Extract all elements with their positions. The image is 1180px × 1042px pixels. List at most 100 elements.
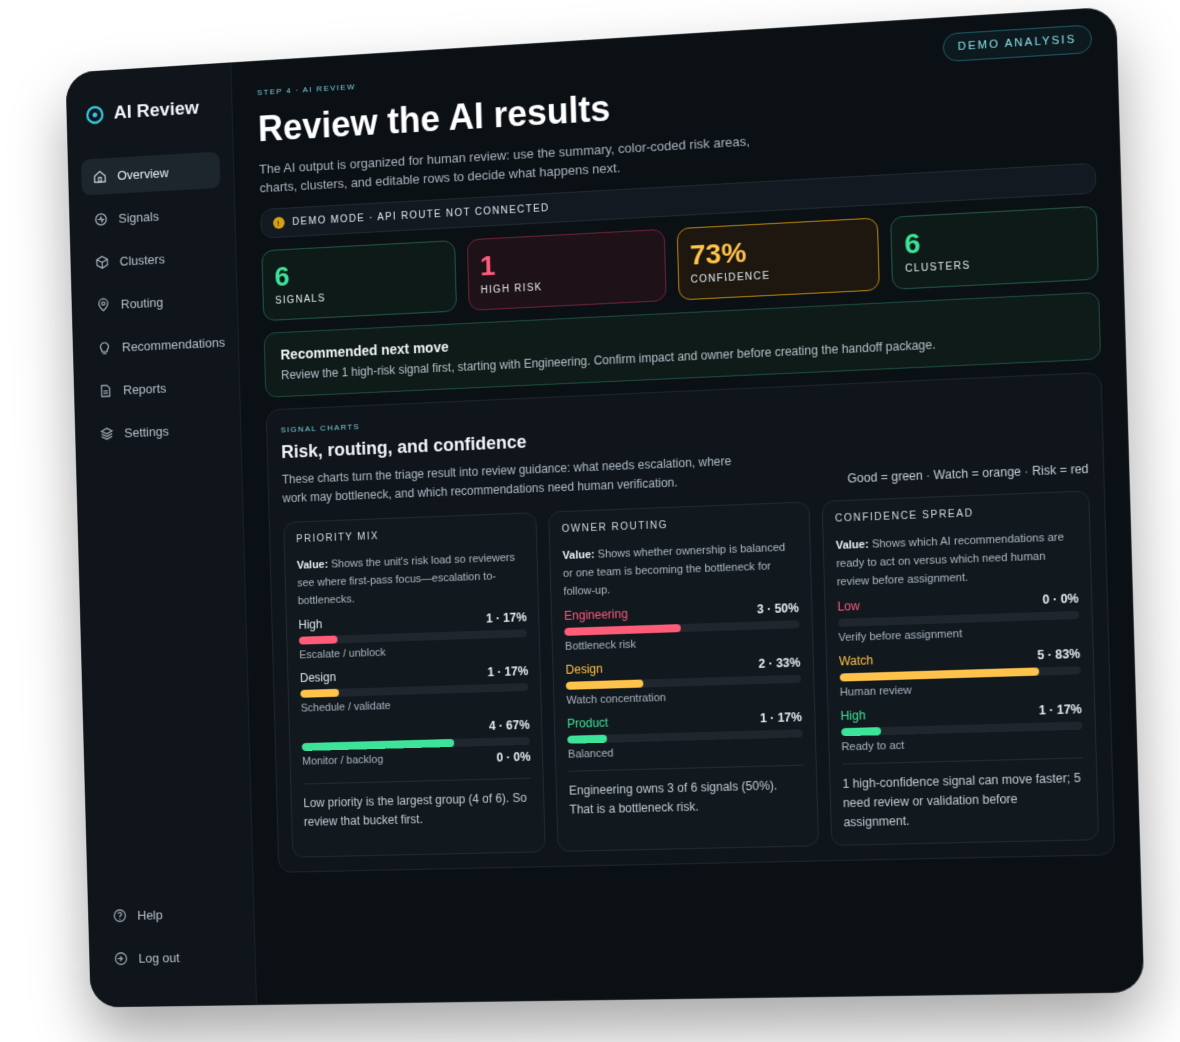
help-link[interactable]: Help xyxy=(101,895,241,934)
sidebar-item-label: Clusters xyxy=(119,251,165,269)
sidebar-item-label: Reports xyxy=(122,380,167,398)
priority-mix-panel: PRIORITY MIX Value: Shows the unit's ris… xyxy=(283,512,547,858)
value-prefix: Value: xyxy=(562,548,595,563)
demo-mode-text: DEMO MODE · API ROUTE NOT CONNECTED xyxy=(292,202,550,228)
bar-fill xyxy=(839,667,1040,682)
signal-charts-section: SIGNAL CHARTS Risk, routing, and confide… xyxy=(265,371,1116,873)
brand[interactable]: AI Review xyxy=(80,97,219,127)
bar-fill xyxy=(566,679,644,690)
bar-label: Engineering xyxy=(564,606,629,623)
sidebar-item-overview[interactable]: Overview xyxy=(80,151,221,196)
bar-row: High 1 · 17% Escalate / unblock xyxy=(298,610,528,662)
bar-metric: 2 · 33% xyxy=(758,655,801,671)
value-body: Shows whether ownership is balanced or o… xyxy=(562,541,786,598)
sidebar-item-clusters[interactable]: Clusters xyxy=(83,238,222,282)
bar-metric: 1 · 17% xyxy=(487,664,529,680)
bar-metric: 4 · 67% xyxy=(488,717,530,733)
bar-fill xyxy=(567,734,608,744)
home-icon xyxy=(93,169,108,184)
stat-card-signals[interactable]: 6 SIGNALS xyxy=(261,240,457,322)
owner-routing-panel: OWNER ROUTING Value: Shows whether owner… xyxy=(548,501,819,852)
help-label: Help xyxy=(137,907,163,923)
bar-note: Monitor / backlog xyxy=(302,753,384,768)
logo-icon xyxy=(85,105,104,126)
bar-row: 4 · 67% Monitor / backlog 0 · 0% xyxy=(301,718,531,778)
panel-value-text: Value: Shows the unit's risk load so rev… xyxy=(297,548,527,612)
lightbulb-icon xyxy=(97,340,112,355)
panel-title: PRIORITY MIX xyxy=(296,531,380,546)
panel-footer: Low priority is the largest group (4 of … xyxy=(302,777,533,832)
stat-value: 1 xyxy=(479,249,496,282)
bar-metric: 5 · 83% xyxy=(1037,646,1081,663)
sidebar-item-label: Signals xyxy=(118,208,160,226)
sidebar-item-signals[interactable]: Signals xyxy=(82,195,221,239)
logout-label: Log out xyxy=(138,950,180,966)
bar-extra-metric: 0 · 0% xyxy=(496,749,531,765)
bar-note: Verify before assignment xyxy=(838,627,963,645)
bar-metric: 3 · 50% xyxy=(756,600,800,617)
bar-metric: 1 · 17% xyxy=(1038,702,1082,718)
bar-fill xyxy=(298,635,338,645)
panel-title: CONFIDENCE SPREAD xyxy=(834,508,974,525)
bar-track xyxy=(567,729,803,744)
document-icon xyxy=(98,383,113,398)
bar-fill xyxy=(300,688,339,698)
charts-description: These charts turn the triage result into… xyxy=(281,454,732,506)
chart-panels: PRIORITY MIX Value: Shows the unit's ris… xyxy=(283,490,1100,858)
sidebar-item-reports[interactable]: Reports xyxy=(87,367,226,410)
stat-card-high-risk[interactable]: 1 HIGH RISK xyxy=(466,228,667,311)
bar-note: Ready to act xyxy=(841,739,905,754)
bar-label: Product xyxy=(567,715,609,731)
bar-note: Schedule / validate xyxy=(300,700,391,715)
help-icon xyxy=(113,908,128,923)
bar-label: Design xyxy=(299,670,337,686)
sidebar-item-label: Settings xyxy=(124,423,169,441)
value-prefix: Value: xyxy=(835,538,869,553)
panel-title: OWNER ROUTING xyxy=(561,519,669,536)
bar-note: Escalate / unblock xyxy=(299,646,386,662)
bar-metric: 1 · 17% xyxy=(759,710,803,726)
stat-value: 6 xyxy=(274,260,290,292)
layers-icon xyxy=(100,426,115,441)
sidebar-item-settings[interactable]: Settings xyxy=(88,410,227,452)
confidence-spread-panel: CONFIDENCE SPREAD Value: Shows which AI … xyxy=(821,490,1100,846)
stat-card-confidence[interactable]: 73% CONFIDENCE xyxy=(676,217,881,301)
bar-label: Watch xyxy=(838,653,874,669)
bar-note: Human review xyxy=(839,684,912,699)
bar-row: Engineering 3 · 50% Bottleneck risk xyxy=(564,601,800,653)
bar-fill xyxy=(564,624,682,636)
demo-analysis-badge[interactable]: DEMO ANALYSIS xyxy=(941,24,1093,63)
value-body: Shows the unit's risk load so reviewers … xyxy=(297,551,516,608)
sidebar-item-label: Overview xyxy=(117,165,169,183)
bar-track xyxy=(300,682,529,698)
sidebar-footer: Help Log out xyxy=(101,895,242,984)
sidebar-item-label: Recommendations xyxy=(121,334,226,355)
panel-value-text: Value: Shows which AI recommendations ar… xyxy=(835,528,1078,594)
bar-row: Design 2 · 33% Watch concentration xyxy=(565,655,802,707)
logout-link[interactable]: Log out xyxy=(102,938,242,977)
signal-icon xyxy=(94,212,109,227)
bar-track xyxy=(840,721,1083,737)
bar-track xyxy=(566,674,801,690)
bar-metric: 1 · 17% xyxy=(485,610,527,626)
panel-footer: Engineering owns 3 of 6 signals (50%). T… xyxy=(568,764,805,820)
value-body: Shows which AI recommendations are ready… xyxy=(836,531,1065,589)
stat-value: 6 xyxy=(903,227,921,260)
sidebar: AI Review Overview Signals Clusters Rout… xyxy=(65,62,257,1008)
bar-label: High xyxy=(840,708,866,724)
stat-value: 73% xyxy=(689,236,747,271)
bar-label: Design xyxy=(565,661,603,677)
bar-row: Low 0 · 0% Verify before assignment xyxy=(837,591,1080,644)
bar-note: Bottleneck risk xyxy=(564,638,637,653)
bar-row: Product 1 · 17% Balanced xyxy=(567,710,803,761)
sidebar-item-label: Routing xyxy=(120,294,164,312)
bar-label: High xyxy=(298,617,323,632)
bar-note: Balanced xyxy=(567,747,614,761)
sidebar-item-recommendations[interactable]: Recommendations xyxy=(86,324,225,367)
bar-fill xyxy=(840,727,882,737)
stat-card-clusters[interactable]: 6 CLUSTERS xyxy=(890,205,1099,290)
warning-icon: ! xyxy=(272,216,285,230)
value-prefix: Value: xyxy=(296,558,329,572)
app-window: AI Review Overview Signals Clusters Rout… xyxy=(65,6,1145,1008)
sidebar-item-routing[interactable]: Routing xyxy=(84,281,223,324)
